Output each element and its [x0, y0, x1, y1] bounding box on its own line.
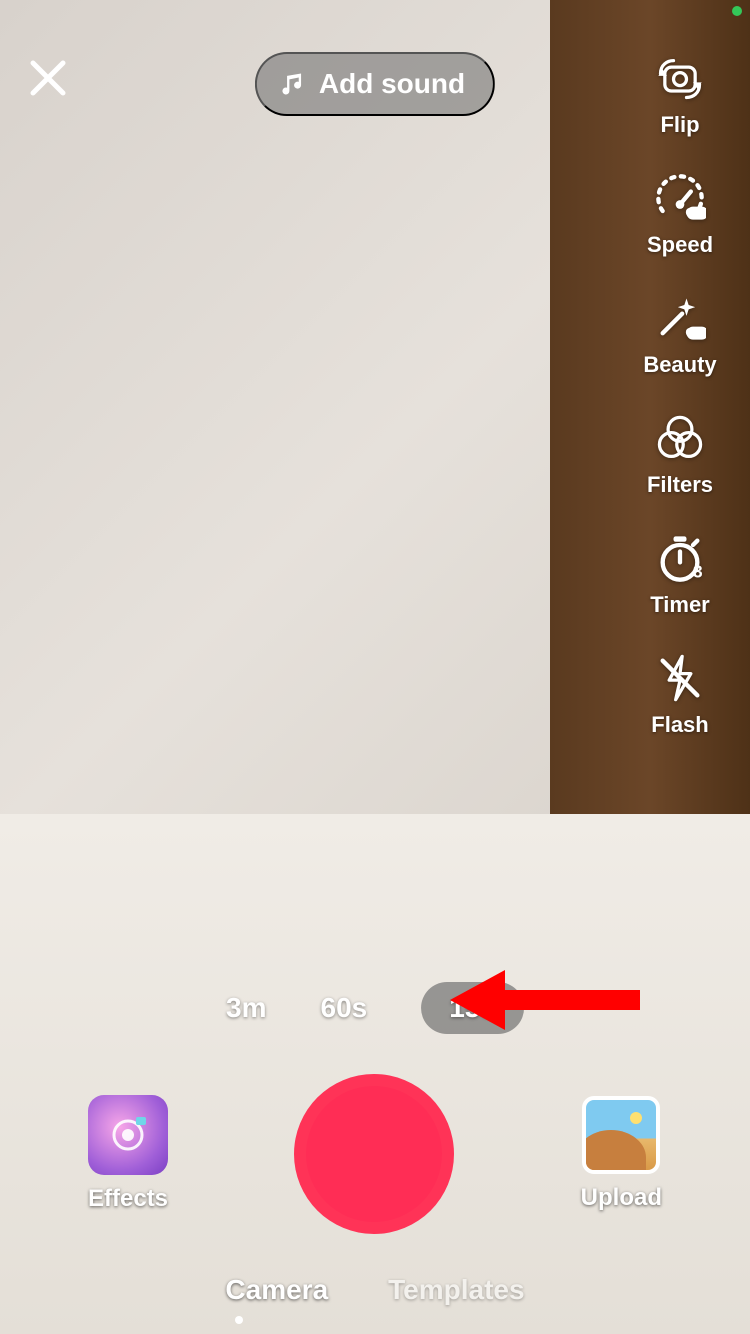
beauty-label: Beauty — [643, 352, 716, 378]
timer-label: Timer — [650, 592, 710, 618]
speedometer-icon: OFF — [654, 172, 706, 224]
upload-label: Upload — [581, 1184, 662, 1212]
recording-indicator-dot — [732, 6, 742, 16]
mode-tabs: Camera Templates — [0, 1274, 750, 1306]
effects-icon — [88, 1095, 168, 1175]
flash-button[interactable]: Flash — [651, 652, 708, 738]
filters-icon — [654, 412, 706, 464]
filters-button[interactable]: Filters — [647, 412, 713, 498]
stopwatch-icon: 3 — [654, 532, 706, 584]
speed-label: Speed — [647, 232, 713, 258]
camera-screen: Add sound Flip OFF Speed — [0, 0, 750, 1334]
add-sound-button[interactable]: Add sound — [255, 52, 495, 116]
music-note-icon — [279, 70, 307, 98]
record-button[interactable] — [294, 1074, 454, 1234]
duration-60s[interactable]: 60s — [321, 992, 368, 1024]
annotation-arrow — [450, 960, 650, 1040]
upload-icon — [582, 1096, 660, 1174]
active-tab-indicator — [235, 1316, 243, 1324]
duration-3m[interactable]: 3m — [226, 992, 266, 1024]
flash-label: Flash — [651, 712, 708, 738]
tool-column: Flip OFF Speed OFF Beauty — [630, 52, 730, 738]
close-icon — [27, 57, 69, 99]
flip-button[interactable]: Flip — [654, 52, 706, 138]
filters-label: Filters — [647, 472, 713, 498]
wand-icon: OFF — [654, 292, 706, 344]
speed-off-badge: OFF — [685, 205, 706, 219]
timer-button[interactable]: 3 Timer — [650, 532, 710, 618]
beauty-button[interactable]: OFF Beauty — [643, 292, 716, 378]
effects-label: Effects — [88, 1185, 168, 1213]
tab-camera[interactable]: Camera — [225, 1274, 328, 1306]
add-sound-label: Add sound — [319, 68, 465, 100]
flip-label: Flip — [660, 112, 699, 138]
beauty-off-badge: OFF — [685, 325, 706, 339]
tab-templates[interactable]: Templates — [388, 1274, 524, 1306]
speed-button[interactable]: OFF Speed — [647, 172, 713, 258]
flip-icon — [654, 52, 706, 104]
flash-off-icon — [654, 652, 706, 704]
close-button[interactable] — [18, 48, 78, 108]
timer-value: 3 — [693, 562, 703, 582]
effects-button[interactable]: Effects — [88, 1095, 168, 1213]
upload-button[interactable]: Upload — [581, 1096, 662, 1212]
record-row: Effects Upload — [0, 1074, 750, 1234]
